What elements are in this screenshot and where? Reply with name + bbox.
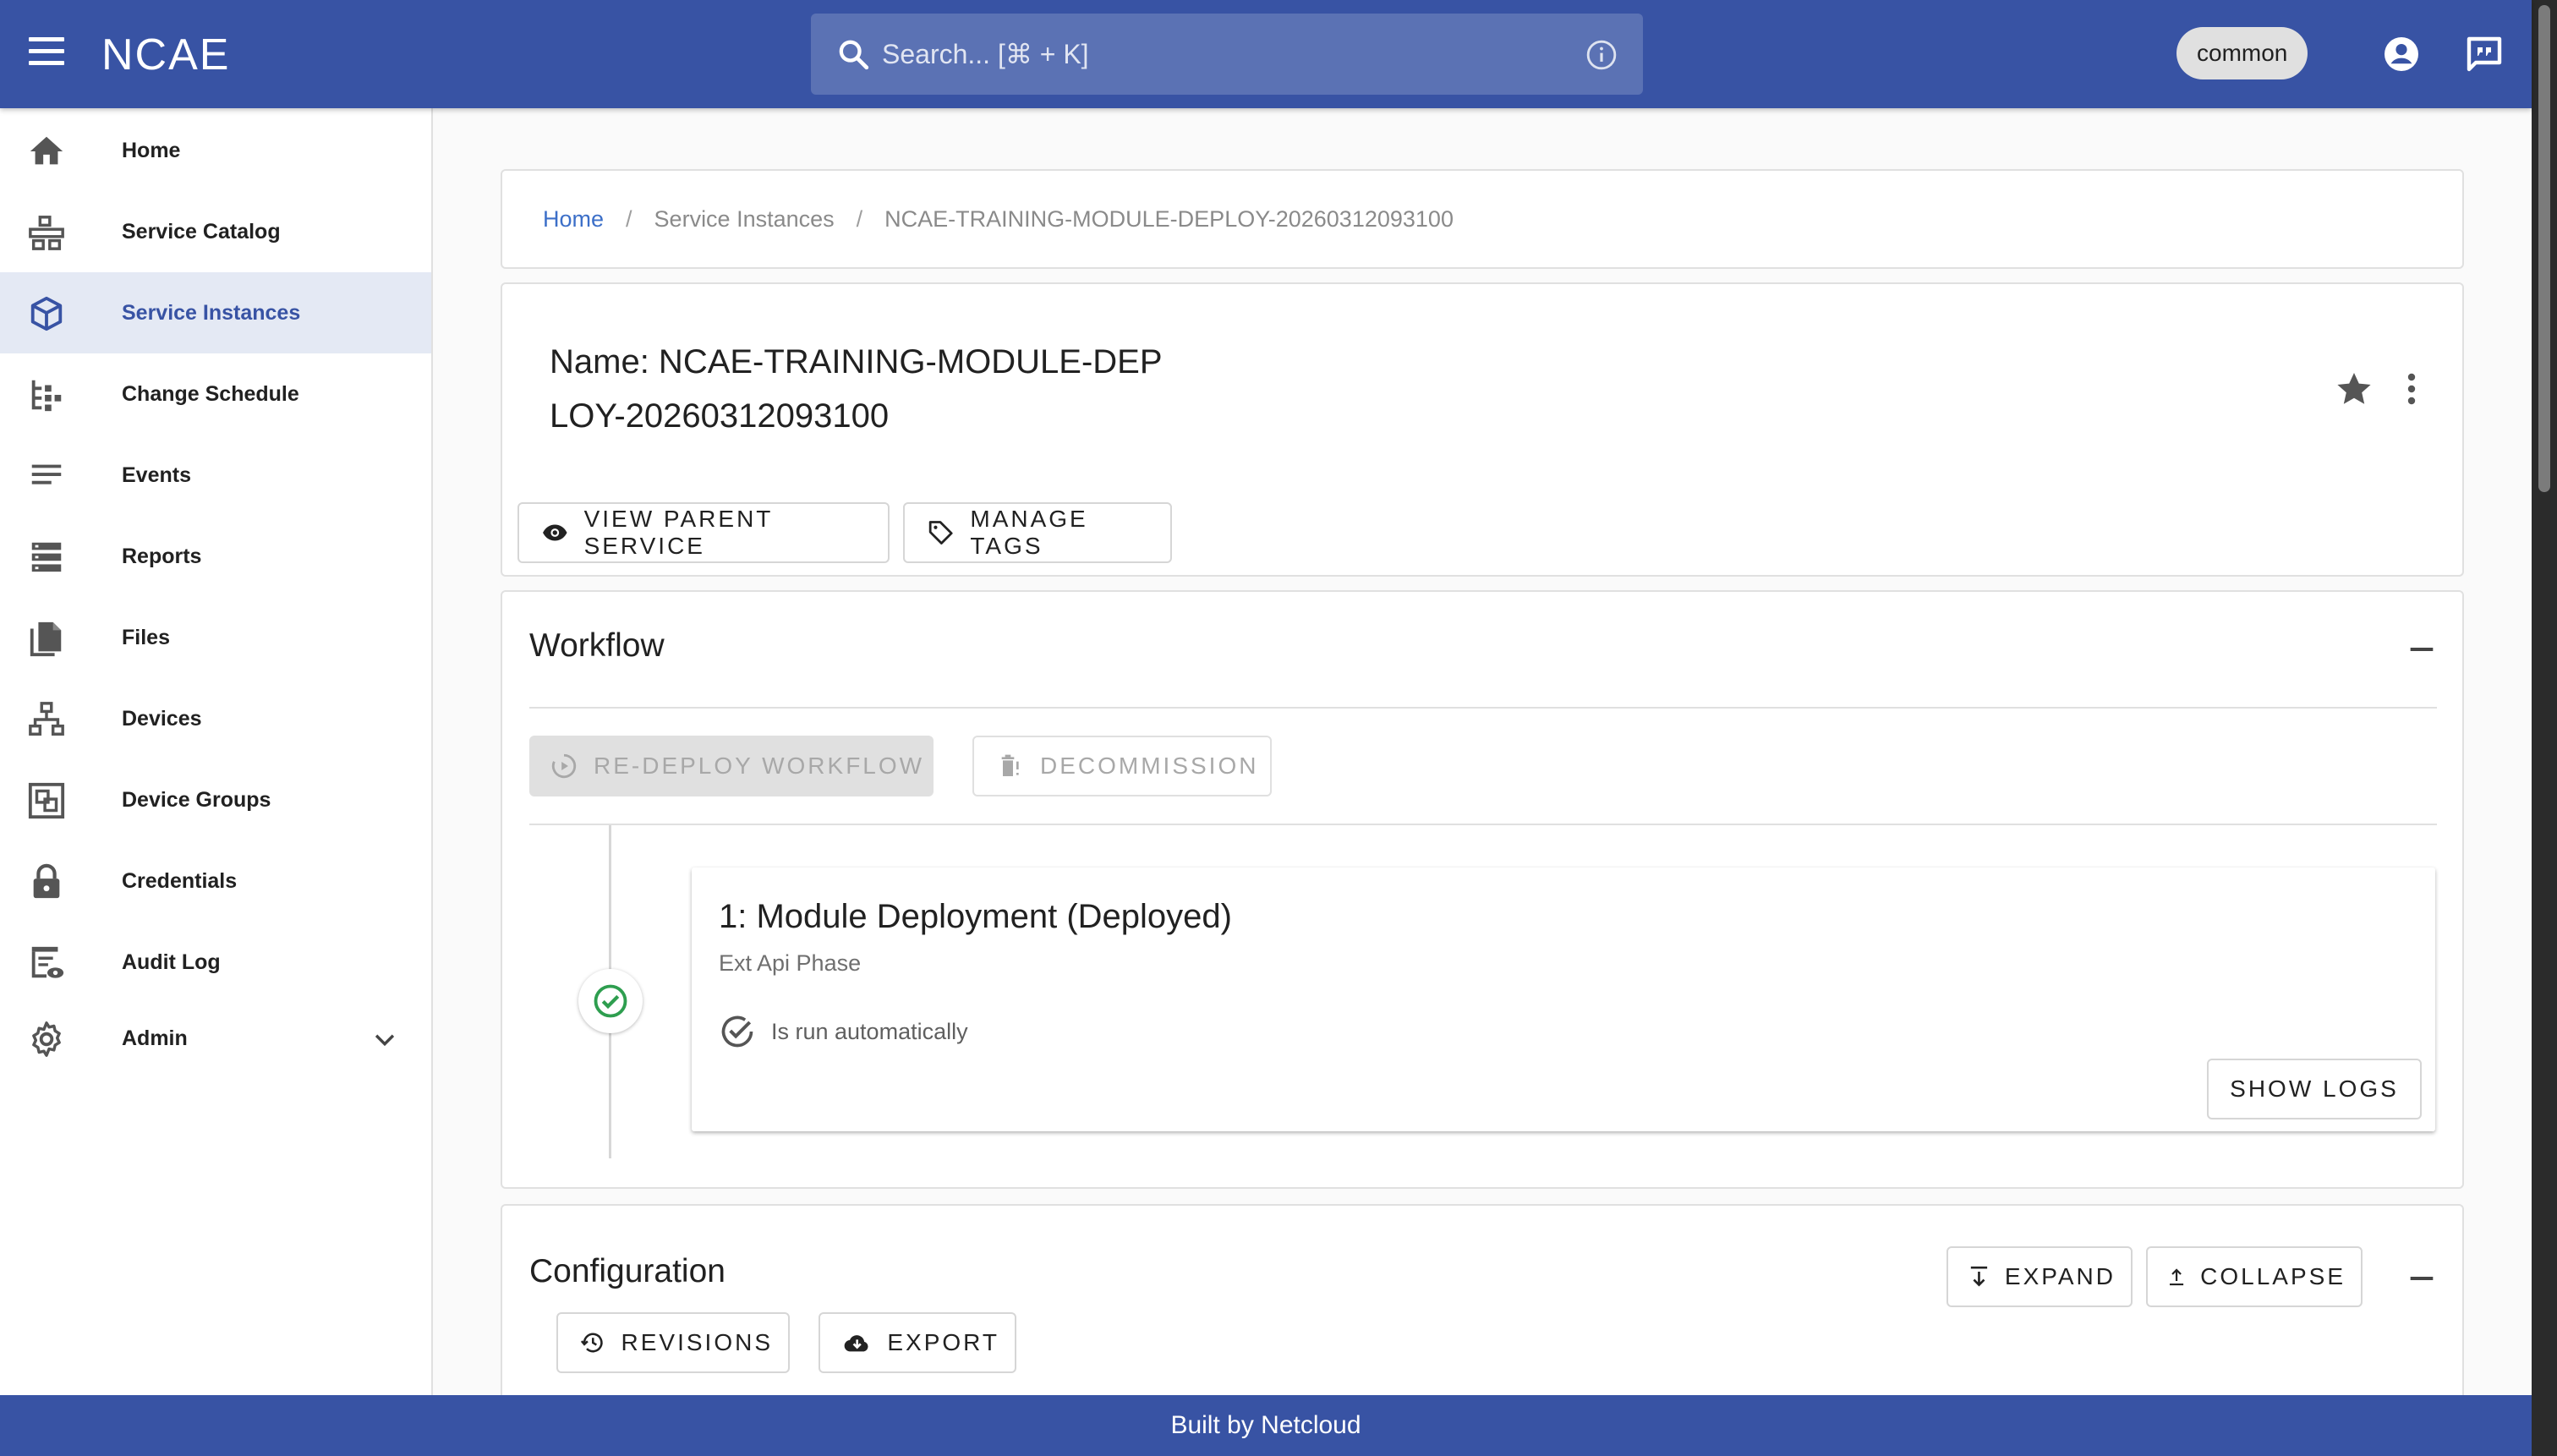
collapse-icon — [2170, 1268, 2184, 1286]
eye-icon — [543, 524, 567, 541]
service-catalog-icon — [29, 216, 64, 250]
cube-icon — [30, 296, 63, 331]
page-title: Name: NCAE-TRAINING-MODULE-DEP LOY-20260… — [550, 343, 1163, 435]
top-app-bar: NCAE Search... [⌘ + K] common — [0, 0, 2532, 108]
step-auto-run: Is run automatically — [719, 1013, 968, 1050]
step-phase: Ext Api Phase — [719, 950, 862, 976]
sidebar-item-reports[interactable]: Reports — [0, 516, 431, 597]
delete-icon — [1001, 754, 1019, 776]
sidebar-item-files[interactable]: Files — [0, 597, 431, 678]
info-icon[interactable] — [1585, 39, 1618, 71]
sidebar-item-change-schedule[interactable]: Change Schedule — [0, 353, 431, 435]
divider — [529, 707, 2437, 709]
sidebar-item-device-groups[interactable]: Device Groups — [0, 759, 431, 840]
expand-icon — [1970, 1266, 1988, 1287]
history-icon — [580, 1333, 603, 1353]
step-status-dot — [578, 969, 643, 1033]
search-input[interactable]: Search... [⌘ + K] — [882, 38, 1089, 70]
breadcrumb: Home / Service Instances / NCAE-TRAINING… — [501, 169, 2464, 269]
sidebar: Home Service Catalog Service Instances C… — [0, 108, 433, 1395]
sidebar-item-devices[interactable]: Devices — [0, 678, 431, 759]
check-circle-outline-icon — [721, 1015, 753, 1048]
sidebar-item-audit-log[interactable]: Audit Log — [0, 922, 431, 1003]
redeploy-workflow-button[interactable]: RE-DEPLOY WORKFLOW — [529, 736, 934, 796]
check-circle-icon — [594, 984, 627, 1018]
star-icon[interactable] — [2334, 369, 2374, 409]
feedback-icon[interactable] — [2464, 34, 2505, 74]
page-scrollbar[interactable] — [2532, 0, 2557, 1456]
gear-icon — [32, 1021, 61, 1057]
configuration-title: Configuration — [529, 1253, 725, 1289]
tag-icon — [928, 521, 953, 545]
breadcrumb-current: NCAE-TRAINING-MODULE-DEPLOY-202603120931… — [884, 205, 1454, 232]
sidebar-item-service-instances[interactable]: Service Instances — [0, 272, 431, 353]
account-circle-icon[interactable] — [2381, 34, 2422, 74]
view-parent-service-button[interactable]: VIEW PARENT SERVICE — [517, 502, 890, 563]
device-groups-icon — [28, 782, 65, 819]
search-bar[interactable]: Search... [⌘ + K] — [811, 14, 1643, 95]
manage-tags-button[interactable]: MANAGE TAGS — [903, 502, 1172, 563]
breadcrumb-separator: / — [626, 205, 632, 232]
sidebar-item-events[interactable]: Events — [0, 435, 431, 516]
revisions-button[interactable]: REVISIONS — [556, 1312, 790, 1373]
instance-header-card: Name: NCAE-TRAINING-MODULE-DEP LOY-20260… — [501, 282, 2464, 577]
collapse-button[interactable]: COLLAPSE — [2146, 1246, 2363, 1307]
change-schedule-icon — [31, 380, 62, 412]
redeploy-icon — [551, 753, 577, 779]
export-button[interactable]: EXPORT — [819, 1312, 1016, 1373]
user-chip[interactable]: common — [2176, 27, 2308, 79]
expand-button[interactable]: EXPAND — [1946, 1246, 2133, 1307]
reports-icon — [31, 542, 62, 572]
decommission-button[interactable]: DECOMMISSION — [972, 736, 1272, 796]
collapse-section-icon[interactable] — [2405, 632, 2439, 666]
lock-icon — [33, 863, 60, 899]
workflow-title: Workflow — [529, 627, 665, 664]
svg-text:NCAE: NCAE — [101, 30, 230, 78]
sidebar-item-credentials[interactable]: Credentials — [0, 840, 431, 922]
scrollbar-thumb[interactable] — [2538, 5, 2550, 492]
breadcrumb-home-link[interactable]: Home — [543, 206, 604, 233]
breadcrumb-separator: / — [856, 205, 863, 232]
ncae-logo[interactable]: NCAE — [101, 30, 271, 78]
step-title: 1: Module Deployment (Deployed) — [719, 898, 1232, 935]
sidebar-item-service-catalog[interactable]: Service Catalog — [0, 191, 431, 272]
audit-log-icon — [31, 946, 64, 978]
search-icon — [839, 40, 869, 70]
devices-icon — [29, 702, 64, 736]
menu-icon[interactable] — [29, 37, 64, 71]
home-icon — [30, 136, 63, 165]
divider — [529, 824, 2437, 825]
files-icon — [30, 621, 62, 657]
sidebar-item-home[interactable]: Home — [0, 110, 431, 191]
breadcrumb-service-instances[interactable]: Service Instances — [654, 206, 835, 233]
collapse-section-icon[interactable] — [2405, 1262, 2439, 1295]
more-vert-icon[interactable] — [2391, 369, 2432, 409]
footer-text: Built by Netcloud — [1170, 1411, 1361, 1439]
chevron-down-icon[interactable] — [370, 1025, 399, 1054]
sidebar-item-admin[interactable]: Admin — [0, 998, 431, 1079]
footer: Built by Netcloud — [0, 1395, 2532, 1456]
cloud-download-icon — [844, 1335, 868, 1352]
workflow-step-card: 1: Module Deployment (Deployed) Ext Api … — [692, 868, 2435, 1131]
show-logs-button[interactable]: SHOW LOGS — [2207, 1059, 2422, 1119]
events-icon — [31, 464, 62, 484]
